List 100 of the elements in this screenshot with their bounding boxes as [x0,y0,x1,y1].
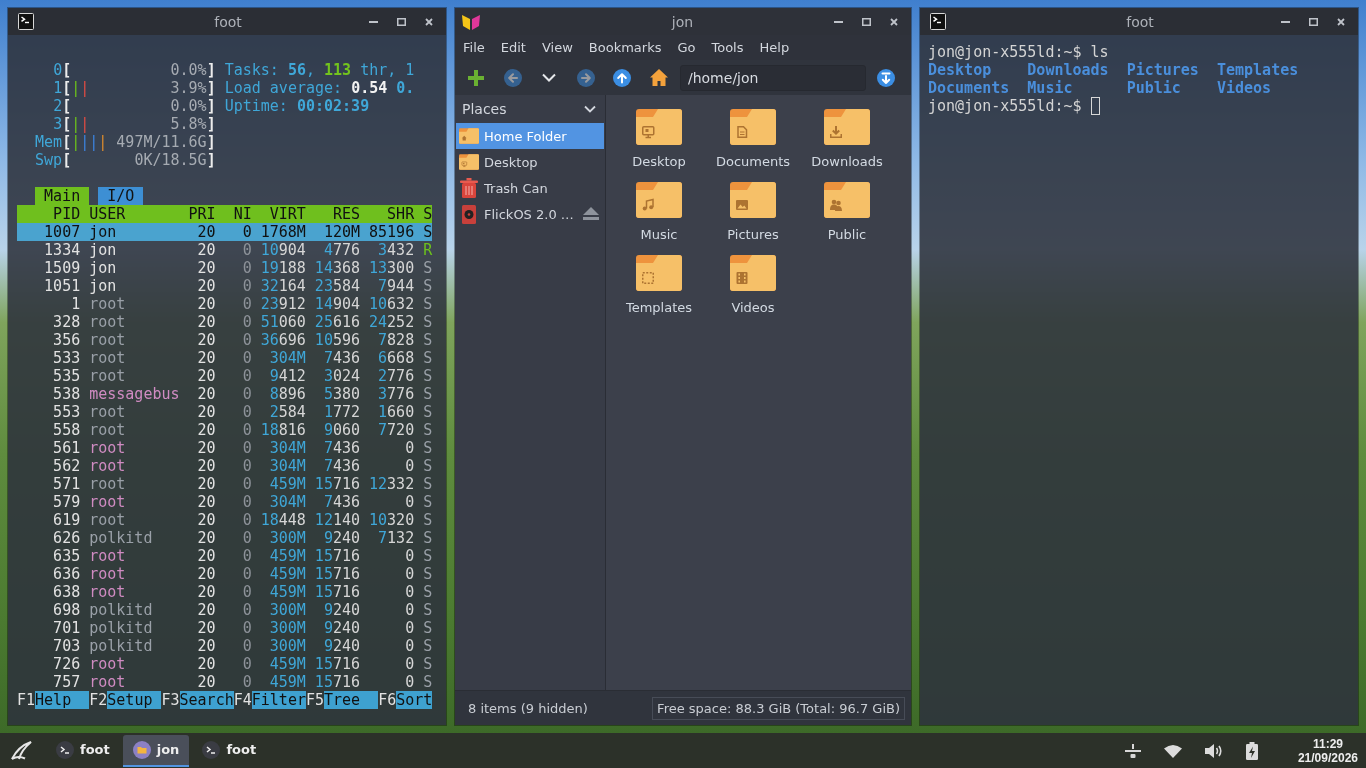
resident-memory-value: 120M [323,223,360,241]
process-row[interactable]: 1051 jon 20 0 32164 23584 7944 S [17,277,433,295]
place-item[interactable]: Desktop [456,149,604,175]
shared-memory-value: 0 [405,565,415,583]
process-row[interactable]: 356 root 20 0 36696 10596 7828 S [17,331,433,349]
virtual-memory-value: 304M [269,493,306,511]
virtual-memory-value: 1768M [260,223,306,241]
launcher-button[interactable] [10,740,32,761]
nice-value: 0 [242,313,252,331]
folder-item[interactable]: Downloads [811,109,883,170]
resident-memory-value: 3024 [323,367,360,385]
folder-icon [132,740,151,759]
virtual-memory-value: 9412 [269,367,306,385]
function-button[interactable]: Tree [324,691,379,709]
user-name: root [89,367,126,385]
process-row[interactable]: 562 root 20 0 304M 7436 0 S [17,457,433,475]
place-item[interactable]: Trash Can [456,175,604,201]
process-row[interactable]: 638 root 20 0 459M 15716 0 S [17,583,433,601]
tab[interactable]: Main [35,187,90,205]
column-header[interactable]: SHR [387,205,415,223]
tab[interactable]: I/O [98,187,144,205]
process-row[interactable]: 703 polkitd 20 0 300M 9240 0 S [17,637,433,655]
column-header[interactable]: VIRT [269,205,306,223]
process-state: S [423,367,433,385]
taskbar-task[interactable]: foot [192,734,267,767]
folder-item[interactable]: Public [824,182,870,243]
menu-item[interactable]: Tools [703,37,752,58]
function-button[interactable]: Sort [396,691,433,709]
process-row[interactable]: 571 root 20 0 459M 15716 12332 S [17,475,433,493]
column-header[interactable]: RES [332,205,360,223]
shared-memory-value: 7828 [378,331,415,349]
process-row[interactable]: 757 root 20 0 459M 15716 0 S [17,673,433,691]
process-row[interactable]: 533 root 20 0 304M 7436 6668 S [17,349,433,367]
column-header[interactable]: S [423,205,433,223]
shared-memory-value: 1660 [378,403,415,421]
path-field[interactable]: /home/jon [679,64,866,91]
process-id: 1334 [44,241,81,259]
process-state: S [423,277,433,295]
function-button[interactable]: Help [35,691,90,709]
column-header[interactable]: PID [53,205,81,223]
process-row[interactable]: 701 polkitd 20 0 300M 9240 0 S [17,619,433,637]
eject-button[interactable] [582,207,600,221]
process-row[interactable]: 1509 jon 20 0 19188 14368 13300 S [17,259,433,277]
folder-item[interactable]: Desktop [632,109,686,170]
nice-value: 0 [242,367,252,385]
places-dropdown[interactable]: Places [455,95,605,123]
taskbar-task[interactable]: foot [46,734,120,767]
virtual-memory-value: 459M [269,475,306,493]
folder-item[interactable]: Documents [715,109,791,170]
column-header[interactable]: NI [233,205,252,223]
process-row[interactable]: 1334 jon 20 0 10904 4776 3432 R [17,241,433,259]
resident-memory-value: 15716 [314,655,360,673]
user-name: root [89,565,126,583]
function-button[interactable]: Setup [107,691,162,709]
volume-icon[interactable] [1204,742,1223,759]
process-row[interactable]: 535 root 20 0 9412 3024 2776 S [17,367,433,385]
shared-memory-value: 10320 [369,511,415,529]
priority-value: 20 [197,673,216,691]
process-row[interactable]: 558 root 20 0 18816 9060 7720 S [17,421,433,439]
menu-item[interactable]: Go [669,37,704,58]
shared-memory-value: 0 [405,493,415,511]
process-row[interactable]: 726 root 20 0 459M 15716 0 S [17,655,433,673]
process-row[interactable]: 553 root 20 0 2584 1772 1660 S [17,403,433,421]
menu-item[interactable]: Bookmarks [580,37,670,58]
process-id: 636 [53,565,81,583]
process-row[interactable]: 1 root 20 0 23912 14904 10632 S [17,295,433,313]
process-row[interactable]: 561 root 20 0 304M 7436 0 S [17,439,433,457]
function-button[interactable]: Filter [251,691,306,709]
device-icon[interactable] [1124,742,1141,759]
folder-item[interactable]: Templates [625,255,693,316]
column-header[interactable]: USER [89,205,126,223]
process-row[interactable]: 626 polkitd 20 0 300M 9240 7132 S [17,529,433,547]
folder-monitor-icon [459,154,479,170]
process-row[interactable]: 619 root 20 0 18448 12140 10320 S [17,511,433,529]
menu-item[interactable]: File [455,37,493,58]
menu-item[interactable]: View [533,37,581,58]
virtual-memory-value: 32164 [260,277,306,295]
wifi-icon[interactable] [1163,743,1182,758]
folder-item[interactable]: Music [636,182,682,243]
taskbar-task[interactable]: jon [122,734,190,767]
process-row[interactable]: 635 root 20 0 459M 15716 0 S [17,547,433,565]
menu-item[interactable]: Help [751,37,798,58]
process-row[interactable]: 579 root 20 0 304M 7436 0 S [17,493,433,511]
menu-item[interactable]: Edit [492,37,534,58]
function-button[interactable]: Search [179,691,234,709]
column-header[interactable]: PRI [188,205,216,223]
process-row[interactable]: 1007 jon 20 0 1768M 120M 85196 S [17,223,433,241]
process-row[interactable]: 636 root 20 0 459M 15716 0 S [17,565,433,583]
virtual-memory-value: 304M [269,439,306,457]
user-name: root [89,457,126,475]
process-row[interactable]: 328 root 20 0 51060 25616 24252 S [17,313,433,331]
process-row[interactable]: 538 messagebus 20 0 8896 5380 3776 S [17,385,433,403]
directory-entry: Pictures [1126,61,1199,79]
shared-memory-value: 3432 [378,241,415,259]
battery-charging-icon[interactable] [1245,741,1258,760]
folder-item[interactable]: Pictures [727,182,779,243]
folder-item[interactable]: Videos [730,255,776,316]
process-row[interactable]: 698 polkitd 20 0 300M 9240 0 S [17,601,433,619]
priority-value: 20 [197,547,216,565]
place-item[interactable]: FlickOS 2.0 … [456,201,604,227]
